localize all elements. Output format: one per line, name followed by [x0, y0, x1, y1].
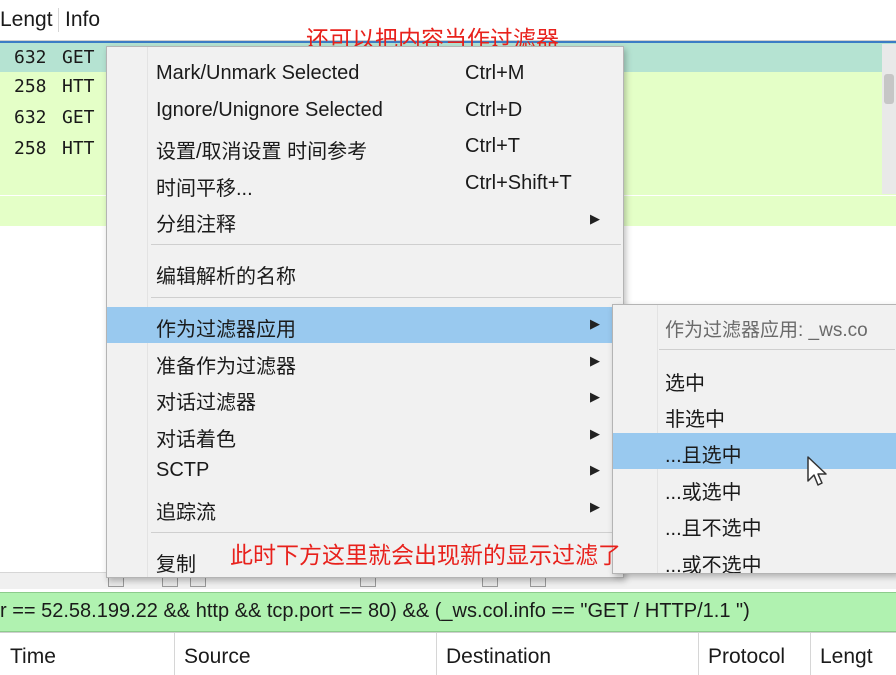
menu-item-label: 时间平移... [156, 178, 253, 200]
menu-item-label: 对话过滤器 [156, 392, 256, 414]
menu-item-conversation-filter[interactable]: 对话过滤器 ▶ [107, 380, 623, 416]
submenu-item-or-selected[interactable]: ...或选中 [613, 470, 896, 506]
menu-item-prepare-as-filter[interactable]: 准备作为过滤器 ▶ [107, 344, 623, 380]
display-filter-input[interactable]: r == 52.58.199.22 && http && tcp.port ==… [0, 600, 750, 623]
column-header-destination[interactable]: Destination [446, 645, 551, 669]
submenu-item-label: 选中 [665, 373, 705, 395]
column-divider [436, 633, 437, 675]
menu-separator [659, 349, 895, 350]
menu-separator [151, 244, 621, 245]
menu-item-sctp[interactable]: SCTP ▶ [107, 453, 623, 489]
bottom-packet-list-header: Time Source Destination Protocol Lengt [0, 632, 896, 675]
packet-info: HTT [62, 138, 95, 159]
menu-item-time-shift[interactable]: 时间平移... Ctrl+Shift+T [107, 166, 623, 202]
submenu-arrow-icon: ▶ [590, 316, 600, 331]
menu-item-label: 编辑解析的名称 [156, 266, 296, 288]
submenu-item-label: ...或选中 [665, 482, 742, 504]
menu-item-label: 准备作为过滤器 [156, 356, 296, 378]
submenu-item-and-selected[interactable]: ...且选中 [613, 433, 896, 469]
scrollbar-thumb[interactable] [884, 74, 894, 104]
menu-item-colorize-conversation[interactable]: 对话着色 ▶ [107, 417, 623, 453]
menu-item-label: 追踪流 [156, 502, 216, 524]
packet-length: 632 [14, 47, 47, 68]
column-header-protocol[interactable]: Protocol [708, 645, 785, 669]
submenu-arrow-icon: ▶ [590, 426, 600, 441]
menu-item-shortcut: Ctrl+M [465, 62, 525, 84]
column-divider [810, 633, 811, 675]
menu-item-ignore-unignore[interactable]: Ignore/Unignore Selected Ctrl+D [107, 93, 623, 129]
menu-item-label: 设置/取消设置 时间参考 [156, 141, 368, 163]
annotation-bottom: 此时下方这里就会出现新的显示过滤了 [230, 542, 621, 568]
submenu-arrow-icon: ▶ [590, 389, 600, 404]
menu-item-edit-resolved-name[interactable]: 编辑解析的名称 [107, 254, 623, 290]
column-header-length[interactable]: Lengt [820, 645, 873, 669]
submenu-arrow-icon: ▶ [590, 462, 600, 477]
menu-item-mark-unmark[interactable]: Mark/Unmark Selected Ctrl+M [107, 56, 623, 92]
submenu-item-and-not-selected[interactable]: ...且不选中 [613, 506, 896, 542]
menu-item-label: 分组注释 [156, 214, 236, 236]
menu-item-label: 对话着色 [156, 429, 236, 451]
menu-item-packet-comment[interactable]: 分组注释 ▶ [107, 202, 623, 238]
display-filter-bar[interactable]: r == 52.58.199.22 && http && tcp.port ==… [0, 592, 896, 632]
submenu-header: 作为过滤器应用: _ws.co [665, 320, 868, 341]
menu-item-label: SCTP [156, 459, 210, 481]
menu-item-time-reference[interactable]: 设置/取消设置 时间参考 Ctrl+T [107, 129, 623, 165]
packet-info: GET [62, 107, 95, 128]
menu-item-follow-stream[interactable]: 追踪流 ▶ [107, 490, 623, 526]
menu-item-shortcut: Ctrl+D [465, 99, 523, 121]
vertical-scrollbar[interactable] [882, 44, 896, 194]
submenu-item-label: ...且不选中 [665, 518, 762, 540]
menu-item-label: Ignore/Unignore Selected [156, 99, 383, 121]
menu-item-apply-as-filter[interactable]: 作为过滤器应用 ▶ [107, 307, 623, 343]
context-menu: Mark/Unmark Selected Ctrl+M Ignore/Unign… [106, 46, 624, 578]
packet-length: 258 [14, 76, 47, 97]
submenu-item-or-not-selected[interactable]: ...或不选中 [613, 543, 896, 574]
column-header-info[interactable]: Info [58, 8, 100, 32]
column-divider [698, 633, 699, 675]
submenu-item-label: 非选中 [665, 409, 725, 431]
menu-item-label: 复制 [156, 554, 196, 576]
apply-as-filter-submenu: 作为过滤器应用: _ws.co 选中 非选中 ...且选中 ...或选中 ...… [612, 304, 896, 574]
menu-item-shortcut: Ctrl+T [465, 135, 520, 157]
menu-item-shortcut: Ctrl+Shift+T [465, 172, 572, 194]
menu-separator [151, 297, 621, 298]
column-header-source[interactable]: Source [184, 645, 251, 669]
packet-length: 258 [14, 138, 47, 159]
menu-item-label: 作为过滤器应用 [156, 319, 296, 341]
submenu-item-label: ...或不选中 [665, 555, 762, 574]
column-header-length[interactable]: Lengt [0, 8, 53, 32]
menu-item-label: Mark/Unmark Selected [156, 62, 360, 84]
submenu-item-label: ...且选中 [665, 445, 742, 467]
mouse-cursor-icon [807, 456, 827, 486]
menu-separator [151, 532, 621, 533]
column-divider [174, 633, 175, 675]
submenu-arrow-icon: ▶ [590, 499, 600, 514]
submenu-arrow-icon: ▶ [590, 211, 600, 226]
packet-length: 632 [14, 107, 47, 128]
submenu-item-not-selected[interactable]: 非选中 [613, 397, 896, 433]
column-header-time[interactable]: Time [10, 645, 56, 669]
submenu-item-selected[interactable]: 选中 [613, 361, 896, 397]
packet-info: HTT [62, 76, 95, 97]
submenu-arrow-icon: ▶ [590, 353, 600, 368]
